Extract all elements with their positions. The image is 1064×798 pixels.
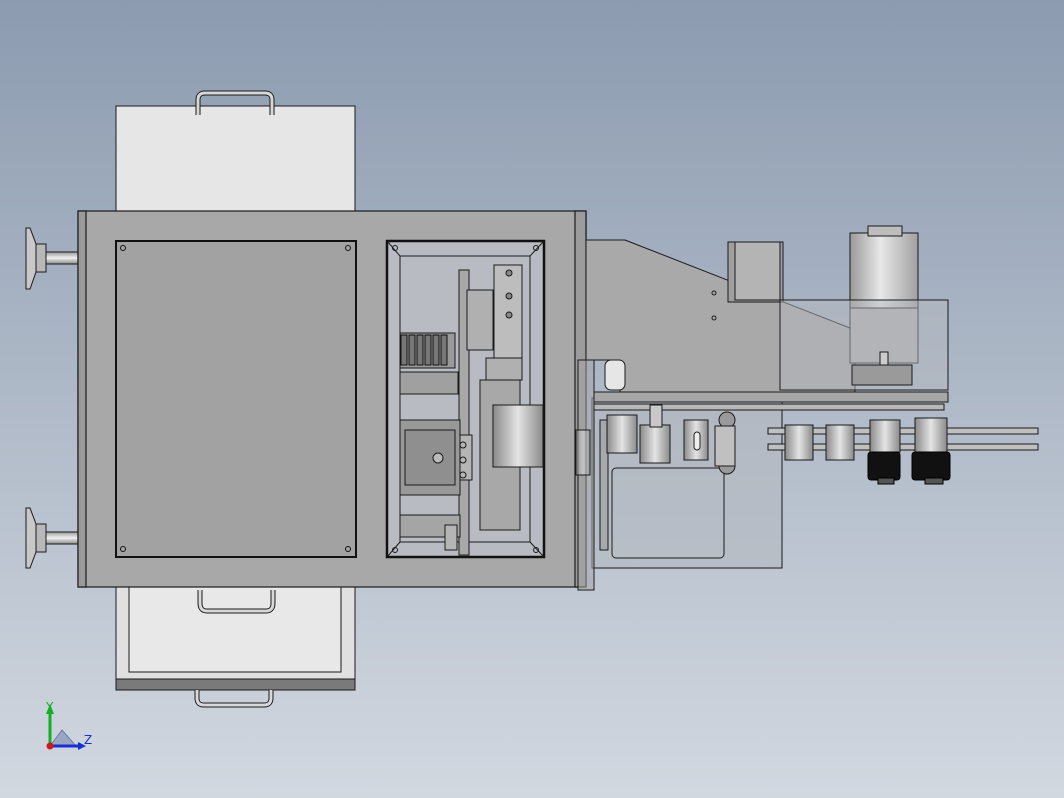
- y-axis-label: Y: [45, 700, 54, 714]
- leveling-foot-upper: [25, 227, 81, 290]
- z-axis-label: Z: [84, 733, 92, 747]
- servo-motors: [867, 451, 951, 485]
- access-panel: [115, 240, 357, 558]
- leveling-foot-lower: [25, 507, 81, 569]
- axis-triad: Y Z: [45, 700, 92, 750]
- top-drawer: [115, 90, 356, 212]
- cad-viewport[interactable]: Y Z: [0, 0, 1064, 798]
- cad-drawing: Y Z: [25, 90, 1039, 750]
- inspection-window: [385, 239, 546, 559]
- bottom-drawer: [115, 585, 356, 708]
